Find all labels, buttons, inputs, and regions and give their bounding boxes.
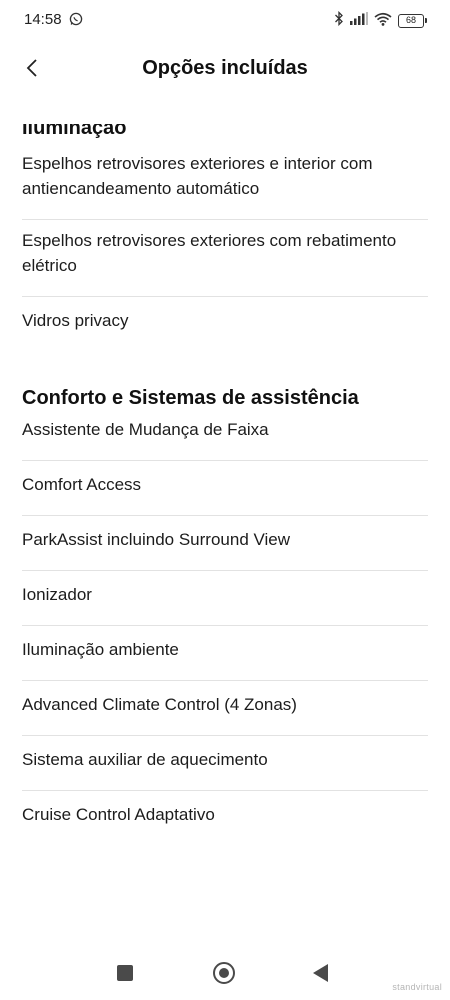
status-bar: 14:58 68 <box>0 0 450 40</box>
bluetooth-icon <box>334 10 344 31</box>
list-item[interactable]: Cruise Control Adaptativo <box>22 791 428 845</box>
list-item[interactable]: Espelhos retrovisores exteriores com reb… <box>22 220 428 297</box>
options-list: Iluminação Espelhos retrovisores exterio… <box>22 124 428 845</box>
recents-square-icon[interactable] <box>117 965 133 981</box>
list-item[interactable]: Iluminação ambiente <box>22 626 428 681</box>
list-item[interactable]: ParkAssist incluindo Surround View <box>22 516 428 571</box>
list-item[interactable]: Comfort Access <box>22 461 428 516</box>
list-item[interactable]: Vidros privacy <box>22 297 428 351</box>
back-triangle-icon[interactable] <box>313 964 328 982</box>
system-navigation-bar: standvirtual <box>0 950 450 1000</box>
list-item[interactable]: Ionizador <box>22 571 428 626</box>
app-header: Opções incluídas <box>0 40 450 98</box>
list-item[interactable]: Advanced Climate Control (4 Zonas) <box>22 681 428 736</box>
status-time: 14:58 <box>24 11 62 28</box>
list-item[interactable]: Espelhos retrovisores exteriores e inter… <box>22 143 428 220</box>
status-icons: 68 <box>334 10 427 31</box>
page-title: Opções incluídas <box>142 57 308 79</box>
signal-strength-icon <box>350 12 368 30</box>
options-list-scroll[interactable]: Iluminação Espelhos retrovisores exterio… <box>0 98 450 950</box>
section-title-conforto: Conforto e Sistemas de assistência <box>22 387 359 409</box>
list-item[interactable]: Assistente de Mudança de Faixa <box>22 413 428 461</box>
watermark-logo: standvirtual <box>392 982 442 992</box>
home-circle-icon[interactable] <box>213 962 235 984</box>
whatsapp-notification-icon <box>69 12 83 31</box>
battery-icon: 68 <box>398 14 427 28</box>
section-title-iluminacao: Iluminação <box>22 124 127 139</box>
wifi-icon <box>374 12 392 31</box>
list-item[interactable]: Sistema auxiliar de aquecimento <box>22 736 428 791</box>
battery-level: 68 <box>405 15 416 25</box>
